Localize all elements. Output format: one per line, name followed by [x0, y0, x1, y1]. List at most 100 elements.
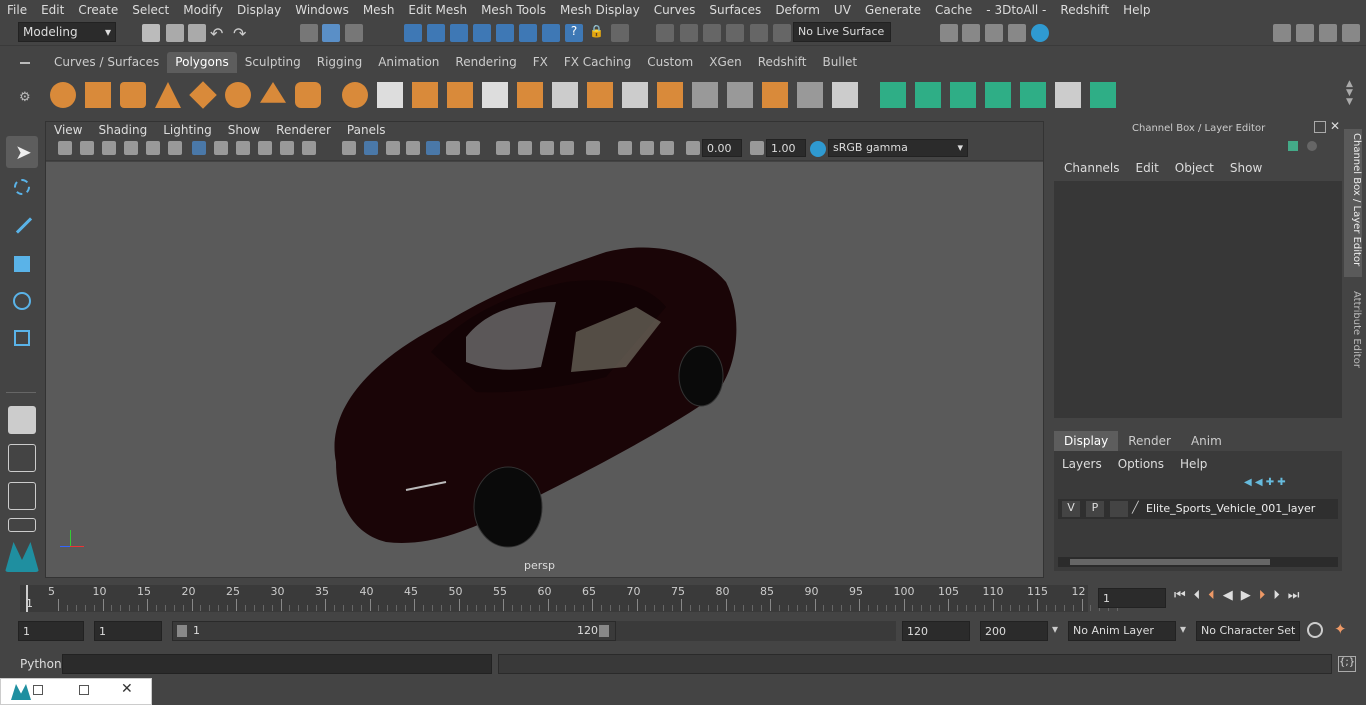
shelf-tab[interactable]: Animation [370, 52, 447, 73]
shelf-tab[interactable]: Redshift [750, 52, 815, 73]
shelf-tab[interactable]: Custom [639, 52, 701, 73]
range-handle-right[interactable] [599, 625, 609, 637]
menu-item[interactable]: Generate [858, 0, 928, 20]
command-input[interactable] [62, 654, 492, 674]
xray-active-icon[interactable] [640, 141, 654, 155]
render-settings-icon[interactable] [1008, 24, 1026, 42]
menu-item[interactable]: Deform [768, 0, 827, 20]
viewport-menu-item[interactable]: Shading [90, 122, 155, 139]
save-scene-icon[interactable] [188, 24, 206, 42]
menu-item[interactable]: Windows [288, 0, 356, 20]
ipr-render-icon[interactable] [985, 24, 1003, 42]
channel-box[interactable] [1054, 181, 1342, 418]
channel-menu-item[interactable]: Edit [1128, 161, 1167, 175]
menu-item[interactable]: Display [230, 0, 288, 20]
default-material-icon[interactable] [386, 141, 400, 155]
camera-icon[interactable] [58, 141, 72, 155]
poly-torus-icon[interactable] [225, 82, 251, 108]
range-handle-left[interactable] [177, 625, 187, 637]
menu-item[interactable]: Edit Mesh [401, 0, 474, 20]
film-gate-icon[interactable] [168, 141, 182, 155]
viewport-menu-item[interactable]: Lighting [155, 122, 220, 139]
preferences-icon[interactable]: ✦ [1334, 620, 1347, 638]
layer-menu-item[interactable]: Help [1180, 457, 1215, 471]
layout-two-icon[interactable] [8, 482, 36, 510]
open-scene-icon[interactable] [166, 24, 184, 42]
unfold-icon[interactable] [1090, 82, 1116, 108]
shelf-scroll[interactable]: ▲ ▼ ▼ [1346, 80, 1353, 107]
poly-cube-icon[interactable] [85, 82, 111, 108]
viewport-menu-item[interactable]: View [46, 122, 90, 139]
select-by-object-icon[interactable] [322, 24, 340, 42]
multi-cut-icon[interactable] [552, 82, 578, 108]
safe-action-icon[interactable] [280, 141, 294, 155]
field-chart-icon[interactable] [258, 141, 272, 155]
menu-item[interactable]: Select [125, 0, 176, 20]
history-icon[interactable] [542, 24, 560, 42]
script-editor-icon[interactable]: {;} [1338, 656, 1356, 672]
channel-box-icon[interactable] [1342, 24, 1360, 42]
layer-menu-item[interactable]: Options [1118, 457, 1172, 471]
paint-select-tool[interactable] [6, 210, 38, 242]
attribute-editor-icon[interactable] [1296, 24, 1314, 42]
gate-mask-icon[interactable] [236, 141, 250, 155]
offset-loop-icon[interactable] [727, 82, 753, 108]
automatic-uv-icon[interactable] [985, 82, 1011, 108]
menu-item[interactable]: Mesh [356, 0, 402, 20]
step-back-icon[interactable]: ⏴ [1194, 588, 1209, 603]
xray-joints-icon[interactable] [618, 141, 632, 155]
snap-together-icon[interactable] [656, 24, 674, 42]
shadows-icon[interactable] [446, 141, 460, 155]
separate-icon[interactable] [377, 82, 403, 108]
grid-icon[interactable] [192, 141, 206, 155]
merge-icon[interactable] [832, 82, 858, 108]
menu-item[interactable]: - 3DtoAll - [979, 0, 1053, 20]
exposure-icon[interactable] [686, 141, 700, 155]
snap-view-plane-icon[interactable] [496, 24, 514, 42]
smooth-shade-icon[interactable] [364, 141, 378, 155]
live-surface-field[interactable]: No Live Surface [793, 22, 891, 42]
poly-plane-icon[interactable] [189, 81, 217, 109]
menu-item[interactable]: Modify [176, 0, 230, 20]
exposure-input[interactable] [702, 139, 742, 157]
ambient-occlusion-icon[interactable] [466, 141, 480, 155]
fill-hole-icon[interactable] [762, 82, 788, 108]
menu-item[interactable]: File [0, 0, 34, 20]
step-forward-icon[interactable]: ⏵ [1273, 588, 1288, 603]
current-time-marker[interactable] [26, 585, 28, 612]
reduce-icon[interactable] [482, 82, 508, 108]
viewport-menu-item[interactable]: Show [220, 122, 268, 139]
isolate-select-icon[interactable] [586, 141, 600, 155]
menu-item[interactable]: Mesh Tools [474, 0, 553, 20]
redo-icon[interactable]: ↷ [233, 24, 251, 43]
textured-icon[interactable] [406, 141, 420, 155]
menu-item[interactable]: Create [71, 0, 125, 20]
render-frame-icon[interactable] [962, 24, 980, 42]
channel-icon-1[interactable] [1288, 141, 1298, 151]
lock-icon[interactable]: 🔒 [589, 24, 607, 42]
workspace-dropdown[interactable]: Modeling ▾ [18, 22, 116, 42]
menu-item[interactable]: Cache [928, 0, 979, 20]
channel-menu-item[interactable]: Channels [1056, 161, 1128, 175]
layer-tab[interactable]: Anim [1181, 431, 1232, 451]
modeling-toolkit-icon[interactable] [1273, 24, 1291, 42]
cylindrical-uv-icon[interactable] [915, 82, 941, 108]
backface-icon[interactable] [660, 141, 674, 155]
layer-visible[interactable]: V [1062, 501, 1080, 517]
layer-action-icons[interactable]: ◀ ◀ ✚ ✚ [1244, 477, 1286, 488]
bookmark-icon[interactable] [102, 141, 116, 155]
use-all-lights-icon[interactable] [426, 141, 440, 155]
shelf-tab[interactable]: Curves / Surfaces [46, 52, 167, 73]
select-by-hierarchy-icon[interactable] [300, 24, 318, 42]
layout-outliner-icon[interactable] [8, 518, 36, 532]
layer-type[interactable] [1110, 501, 1128, 517]
close-icon[interactable]: ✕ [1330, 119, 1340, 133]
go-to-start-icon[interactable]: ⏮ [1174, 588, 1194, 603]
menu-item[interactable]: Mesh Display [553, 0, 647, 20]
reflection-icon[interactable] [773, 24, 791, 42]
grid-toggle-icon[interactable] [146, 141, 160, 155]
play-back-icon[interactable]: ◀ [1223, 588, 1241, 603]
depth-of-field-icon[interactable] [540, 141, 554, 155]
wireframe-icon[interactable] [342, 141, 356, 155]
minimized-window[interactable]: ✕ [0, 678, 152, 705]
